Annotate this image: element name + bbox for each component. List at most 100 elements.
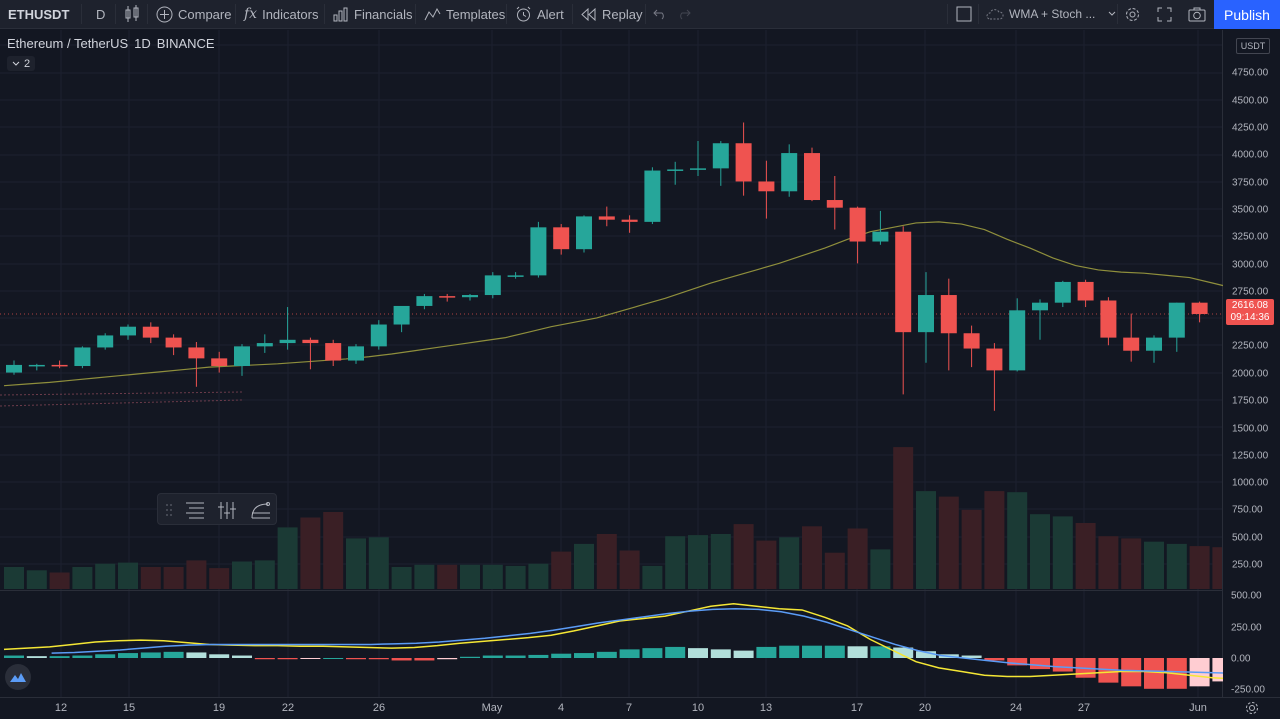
curve-tool-icon[interactable] xyxy=(251,502,270,519)
indicators-collapse-button[interactable]: 2 xyxy=(7,56,36,71)
price-axis-label: 2250.00 xyxy=(1232,341,1269,352)
volume-bar xyxy=(505,565,526,589)
histogram-bar xyxy=(414,658,435,661)
series-legend[interactable]: Ethereum / TetherUS 1D BINANCE xyxy=(7,36,221,51)
volume-bar xyxy=(870,549,891,589)
volume-bar xyxy=(72,567,93,589)
candle xyxy=(302,337,319,370)
candle-body xyxy=(439,296,456,298)
date-axis-label: 26 xyxy=(373,702,385,714)
chart-canvas[interactable]: 4750.004500.004250.004000.003750.003500.… xyxy=(0,0,1280,719)
volume-bar xyxy=(642,565,663,589)
price-axis-label: 1250.00 xyxy=(1232,451,1269,462)
histogram-bar xyxy=(186,652,207,658)
candle-body xyxy=(826,200,843,208)
candle xyxy=(918,272,934,363)
vertical-sliders-icon[interactable] xyxy=(218,502,236,519)
candle-body xyxy=(279,339,296,344)
price-axis-label: 2000.00 xyxy=(1232,369,1269,380)
candle-body xyxy=(165,337,182,348)
candle xyxy=(325,339,342,367)
volume-bar xyxy=(300,517,321,589)
candle xyxy=(963,325,980,368)
candle-body xyxy=(1146,337,1162,351)
histogram-bar xyxy=(847,646,868,658)
histogram-bar xyxy=(733,650,754,658)
horizontal-lines-icon[interactable] xyxy=(186,502,204,519)
volume-bar xyxy=(1007,492,1028,589)
histogram-bar xyxy=(209,654,230,658)
candle xyxy=(1168,302,1185,352)
candle-body xyxy=(1123,337,1140,351)
volume-bar xyxy=(368,537,389,589)
candle-body xyxy=(598,216,615,220)
wma-line xyxy=(3,221,1280,387)
oscillator-axis-label: 0.00 xyxy=(1231,654,1251,665)
candle xyxy=(74,346,91,369)
candle-body xyxy=(6,364,22,373)
candle-body xyxy=(393,305,410,325)
candle-body xyxy=(1077,281,1094,301)
volume-bar xyxy=(779,537,800,589)
date-axis-label: 27 xyxy=(1078,702,1090,714)
histogram-bar xyxy=(163,651,184,658)
candle xyxy=(1123,313,1140,362)
legend-interval: 1D xyxy=(134,36,151,51)
candle-body xyxy=(1191,302,1208,315)
histogram-bar xyxy=(26,656,47,658)
candle xyxy=(530,221,547,278)
histogram-bar xyxy=(688,648,708,658)
candle-body xyxy=(325,343,342,361)
price-axis-label: 3500.00 xyxy=(1232,205,1269,216)
volume-bar xyxy=(1166,543,1187,589)
candle-body xyxy=(986,348,1003,371)
candle xyxy=(142,322,159,344)
bar-countdown: 09:14:36 xyxy=(1230,312,1270,323)
candle xyxy=(256,334,273,353)
candle xyxy=(484,272,501,299)
volume-bar xyxy=(665,536,686,589)
candle-body xyxy=(348,346,364,361)
volume-bar xyxy=(1121,538,1142,589)
volume-bar xyxy=(4,567,24,589)
volume-bar xyxy=(824,552,845,589)
oscillator-axis-label: 500.00 xyxy=(1231,591,1262,602)
tradingview-logo[interactable] xyxy=(5,664,31,690)
currency-tag[interactable]: USDT xyxy=(1236,38,1270,54)
price-axis-label: 3000.00 xyxy=(1232,260,1269,271)
volume-bar xyxy=(232,561,252,589)
price-axis-label: 2750.00 xyxy=(1232,287,1269,298)
candle-body xyxy=(120,326,136,336)
candle-body xyxy=(849,207,866,242)
candle-body xyxy=(1032,302,1048,311)
candle xyxy=(1077,279,1094,308)
histogram-bar xyxy=(1144,658,1164,689)
price-axis-label: 4750.00 xyxy=(1232,68,1269,79)
candle-body xyxy=(690,168,706,170)
drag-handle-icon[interactable] xyxy=(166,504,172,516)
histogram-bar xyxy=(596,651,617,658)
histogram-bar xyxy=(72,655,93,658)
histogram-bar xyxy=(1052,658,1073,672)
candle-body xyxy=(963,333,980,349)
candle-body xyxy=(74,347,91,367)
candle xyxy=(690,141,706,177)
candle-body xyxy=(781,153,798,192)
candle xyxy=(188,341,205,387)
histogram-bar xyxy=(460,656,480,658)
candle xyxy=(895,226,912,395)
candle-body xyxy=(484,275,501,296)
price-axis-label: 1750.00 xyxy=(1232,396,1269,407)
candle xyxy=(621,215,638,233)
candle xyxy=(986,343,1003,411)
histogram-bar xyxy=(437,658,458,660)
volume-bar xyxy=(323,512,344,589)
volume-bar xyxy=(346,538,366,589)
volume-bar xyxy=(1075,523,1096,589)
candle-body xyxy=(188,347,205,359)
candle-body xyxy=(621,219,638,222)
volume-bar xyxy=(140,567,161,589)
histogram-bar xyxy=(1030,658,1050,670)
candle xyxy=(165,334,182,356)
candle xyxy=(211,351,228,373)
